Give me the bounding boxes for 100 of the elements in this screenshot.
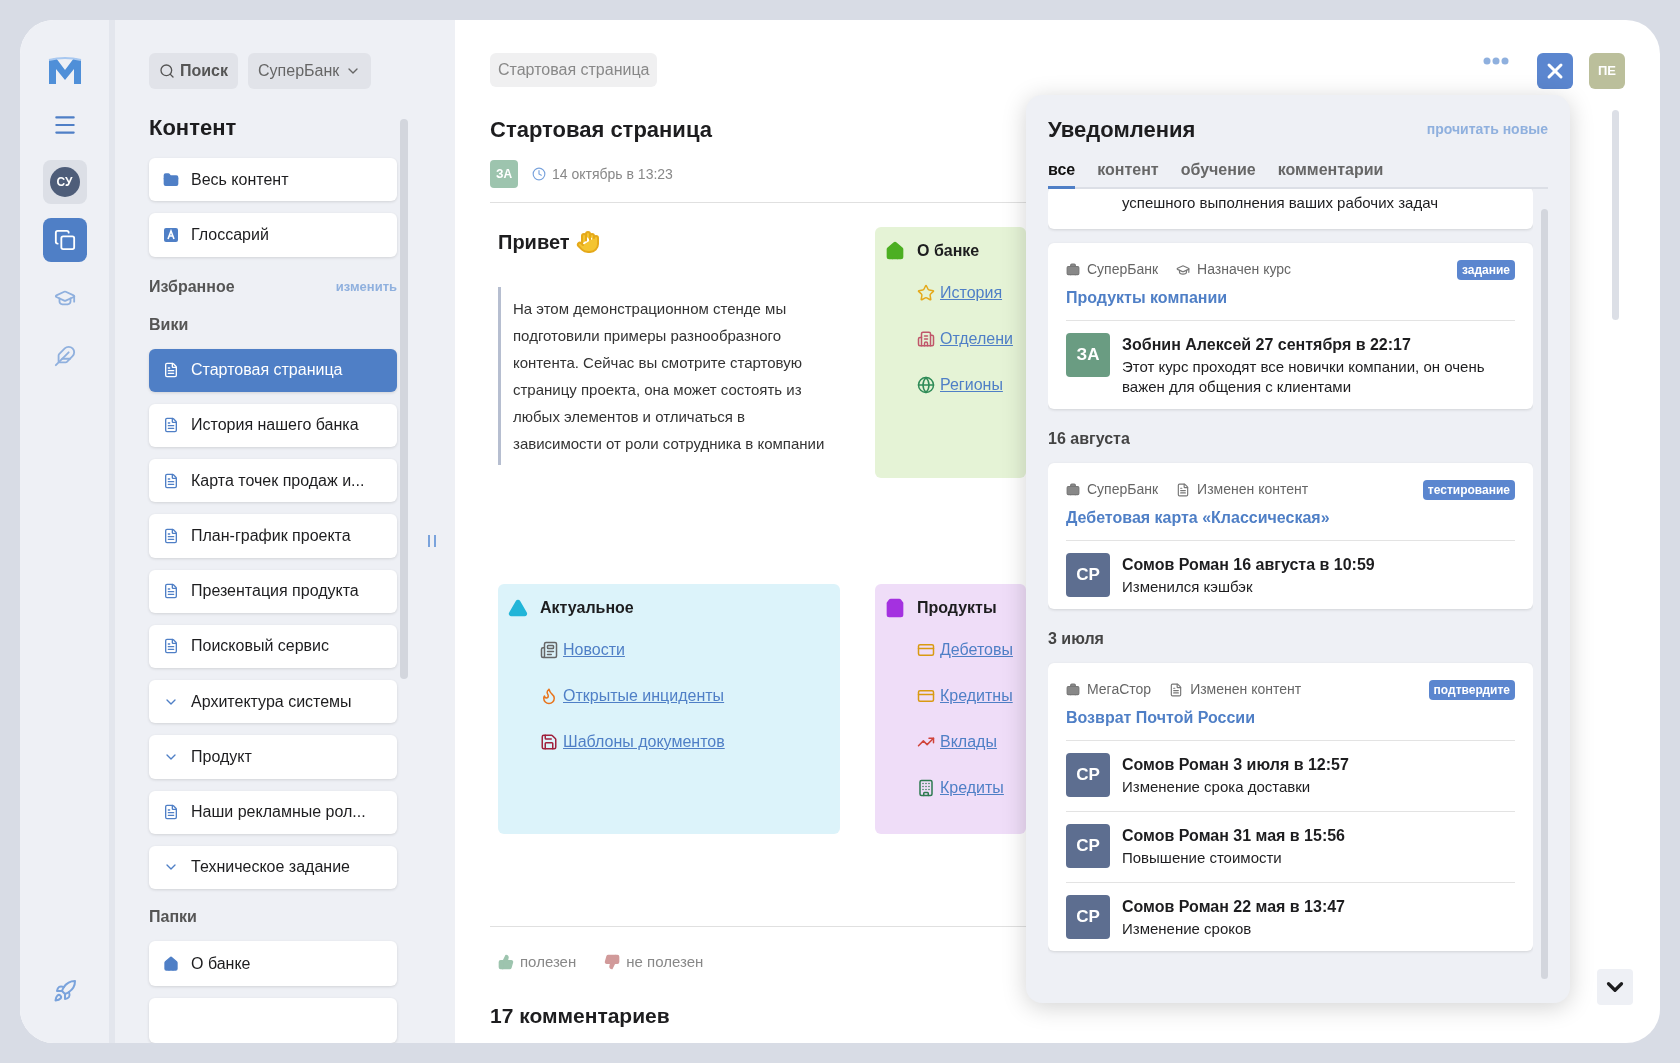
page-icon	[163, 472, 179, 489]
not-helpful-button[interactable]: не полезен	[604, 951, 704, 974]
credit-card-icon	[917, 687, 935, 705]
filter-tab[interactable]: контент	[1097, 158, 1159, 189]
sidebar-item[interactable]: Стартовая страница	[149, 348, 397, 392]
filter-tab[interactable]: комментарии	[1277, 158, 1384, 189]
sidebar-item[interactable]: Поисковый сервис	[149, 624, 397, 668]
organization-dropdown[interactable]: СуперБанк	[248, 53, 372, 89]
credit-card-icon	[917, 641, 935, 659]
flame-icon	[540, 687, 558, 705]
card-link[interactable]: Шаблоны документов	[563, 730, 725, 754]
tag-badge: задание	[1456, 259, 1515, 280]
newspaper-icon	[540, 641, 558, 659]
section-label: Папки	[149, 907, 198, 927]
quill-icon	[53, 345, 76, 367]
search-icon	[159, 63, 175, 79]
card-link[interactable]: История	[940, 281, 1003, 305]
date-text: 14 октябрь в 13:23	[552, 164, 673, 184]
comment-author: Сомов Роман 31 мая в 15:56	[1122, 826, 1345, 846]
card-link[interactable]: Кредитны	[940, 684, 1013, 708]
sidebar-item[interactable]: Весь контент	[149, 158, 397, 202]
page-icon	[163, 362, 179, 379]
commenter-avatar: СР	[1066, 553, 1110, 597]
comment-text: успешного выполнения ваших рабочих задач	[1122, 194, 1438, 211]
page-icon	[163, 638, 179, 655]
warning-icon	[508, 598, 528, 618]
breadcrumb[interactable]: Стартовая страница	[490, 53, 658, 87]
user-avatar[interactable]: СУ	[49, 167, 80, 197]
sidebar-item[interactable]: Техническое задание	[149, 845, 397, 889]
nav-button[interactable]	[42, 218, 87, 262]
document-icon	[1176, 482, 1191, 497]
scroll-down-button[interactable]	[1597, 969, 1633, 1005]
card-link[interactable]: Отделени	[940, 327, 1013, 351]
filter-tab[interactable]: обучение	[1180, 158, 1256, 189]
sidebar-item[interactable]: Продукт	[149, 735, 397, 779]
card-title: О банке	[917, 241, 980, 261]
section-label: Избранное	[149, 276, 235, 297]
card-link[interactable]: Вклады	[940, 730, 997, 754]
document-icon	[1169, 682, 1184, 697]
card-link[interactable]: Открытые инциденты	[563, 684, 725, 708]
card-title: Продукты	[917, 598, 997, 618]
panel-title: Уведомления	[1048, 116, 1196, 144]
resize-handle[interactable]	[427, 535, 436, 547]
notification-card[interactable]: успешного выполнения ваших рабочих задач	[1048, 189, 1533, 229]
documents-icon	[53, 229, 76, 251]
page-icon	[163, 583, 179, 600]
sidebar-item[interactable]: Презентация продукта	[149, 569, 397, 613]
rocket-icon[interactable]	[52, 979, 77, 1003]
more-button[interactable]	[1483, 57, 1509, 65]
briefcase-icon	[1066, 262, 1080, 277]
sidebar-item[interactable]: План-график проекта	[149, 514, 397, 558]
card-link[interactable]: Новости	[563, 638, 625, 662]
sidebar-item[interactable]: Карта точек продаж и...	[149, 459, 397, 503]
section-title: Контент	[149, 115, 238, 142]
comments-heading: 17 комментариев	[490, 1002, 671, 1029]
logo-icon[interactable]	[46, 56, 83, 86]
comment-text: Изменение сроков	[1122, 919, 1253, 939]
notification-title-link[interactable]: Дебетовая карта «Классическая»	[1066, 506, 1515, 530]
commenter-avatar: СР	[1066, 895, 1110, 939]
sidebar-item[interactable]: Архитектура системы	[149, 680, 397, 724]
globe-icon	[917, 376, 935, 394]
briefcase-icon	[1066, 482, 1080, 497]
house-icon	[885, 241, 905, 261]
thumbs-up-icon	[498, 954, 514, 971]
waving-hand-icon	[575, 230, 600, 254]
comment-author: Сомов Роман 22 мая в 13:47	[1122, 897, 1345, 917]
sidebar-item[interactable]: О банке	[149, 941, 397, 986]
greeting-heading: Привет	[498, 230, 570, 255]
source-label: СуперБанк	[1087, 260, 1159, 279]
office-building-icon	[917, 779, 935, 797]
page-icon	[163, 417, 179, 434]
source-label: СуперБанк	[1087, 480, 1159, 499]
author-avatar: ЗА	[490, 160, 518, 188]
card-link[interactable]: Регионы	[940, 373, 1003, 397]
close-button[interactable]	[1537, 53, 1573, 89]
intro-paragraph: На этом демонстрационном стенде мы подготовили примеры разнообразного контента. Сейчас вы смотрите стартовую страницу проекта, она может состоять из любых элементов и отличаться в зависимости от роли сотрудника в компании	[498, 287, 843, 465]
search-button[interactable]: Поиск	[149, 53, 238, 89]
date-heading: 3 июля	[1048, 629, 1105, 649]
card-link[interactable]: Дебетовы	[940, 638, 1013, 662]
tag-badge: подтвердите	[1428, 679, 1515, 700]
notification-card[interactable]: СуперБанк Назначен курс задание Продукты компании ЗА Зобнин Алексей 27 сентября в 22:17 Этот курс проходят все новички компании, он очень важен для общения с клиентами	[1048, 243, 1533, 409]
notification-card[interactable]: СуперБанк Изменен контент тестирование Дебетовая карта «Классическая» СР Сомов Роман 16 августа в 10:59 Изменился кэшбэк	[1048, 463, 1533, 609]
graduation-cap-icon	[1176, 262, 1191, 277]
building-icon	[917, 330, 935, 348]
tag-badge: тестирование	[1422, 479, 1515, 500]
commenter-avatar: СР	[1066, 753, 1110, 797]
notification-title-link[interactable]: Возврат Почтой России	[1066, 706, 1515, 730]
scrollbar[interactable]	[1541, 209, 1548, 979]
scrollbar[interactable]	[1611, 110, 1619, 320]
notification-card[interactable]	[1048, 663, 1533, 951]
page-title: Стартовая страница	[490, 116, 713, 144]
thumbs-down-icon	[604, 954, 621, 971]
card-link[interactable]: Кредиты	[940, 776, 1004, 800]
scrollbar[interactable]	[400, 119, 408, 679]
sidebar-item[interactable]: Наши рекламные рол...	[149, 790, 397, 834]
notification-title-link[interactable]: Продукты компании	[1066, 286, 1515, 310]
comment-text: Изменение срока доставки	[1122, 777, 1312, 797]
sidebar-item[interactable]: История нашего банка	[149, 403, 397, 447]
sidebar-item[interactable]: Глоссарий	[149, 213, 397, 257]
helpful-button[interactable]: полезен	[498, 951, 577, 974]
